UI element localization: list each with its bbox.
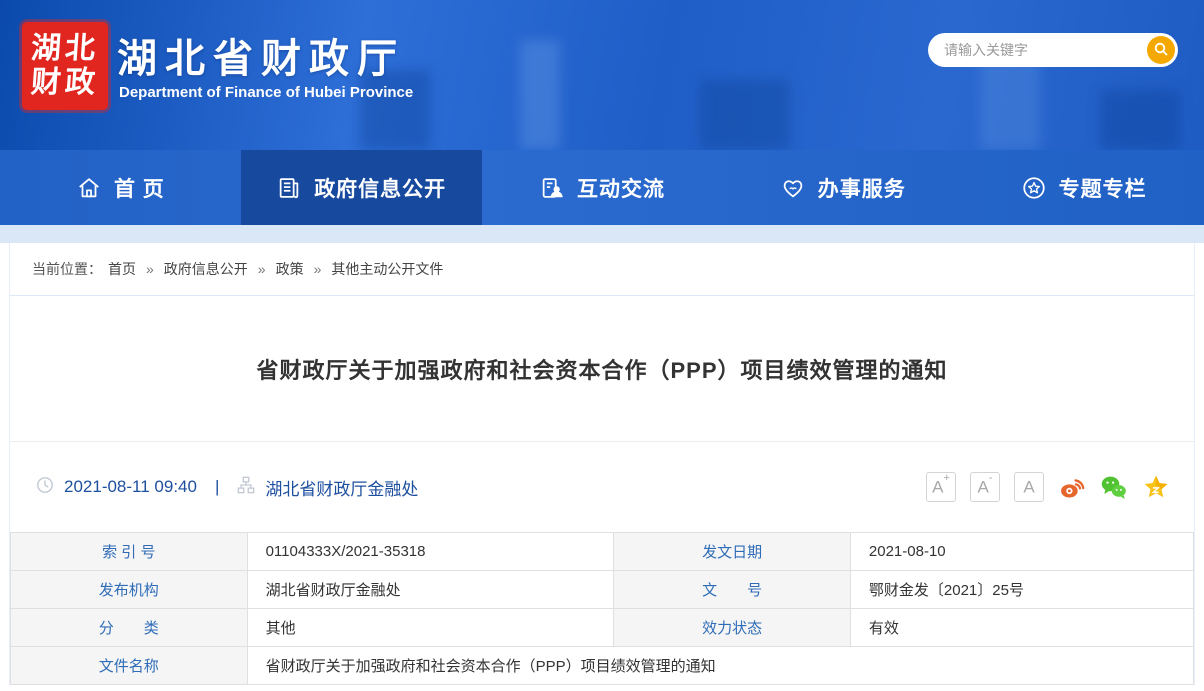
nav-item-home[interactable]: 首 页	[0, 150, 241, 225]
breadcrumb-separator: »	[146, 261, 154, 277]
site-header: 湖北 财政 湖北省财政厅 Department of Finance of Hu…	[0, 0, 1204, 150]
nav-item-interaction[interactable]: 互动交流	[482, 150, 723, 225]
file-name-label: 文件名称	[11, 647, 248, 685]
sitemap-icon	[237, 476, 255, 499]
search-button[interactable]	[1147, 36, 1175, 64]
skyline-decor	[520, 40, 560, 150]
newspaper-icon	[276, 175, 302, 201]
index-number-label: 索 引 号	[11, 533, 248, 571]
heart-icon	[780, 175, 806, 201]
table-row: 文件名称 省财政厅关于加强政府和社会资本合作（PPP）项目绩效管理的通知	[11, 647, 1194, 685]
file-name-value: 省财政厅关于加强政府和社会资本合作（PPP）项目绩效管理的通知	[247, 647, 1193, 685]
article-meta-bar: 2021-08-11 09:40 | 湖北省财政厅金融处 A+ A- A	[10, 442, 1194, 532]
category-label: 分 类	[11, 609, 248, 647]
document-info-table: 索 引 号 01104333X/2021-35318 发文日期 2021-08-…	[10, 532, 1194, 685]
nav-item-services[interactable]: 办事服务	[722, 150, 963, 225]
breadcrumb: 当前位置： 首页 » 政府信息公开 » 政策 » 其他主动公开文件	[10, 243, 1194, 296]
skyline-decor	[1100, 90, 1180, 150]
article-title-section: 省财政厅关于加强政府和社会资本合作（PPP）项目绩效管理的通知	[10, 296, 1194, 442]
nav-item-special-topics[interactable]: 专题专栏	[963, 150, 1204, 225]
main-nav: 首 页 政府信息公开 互动交流 办事服务 专题专栏	[0, 150, 1204, 225]
breadcrumb-separator: »	[314, 261, 322, 277]
search-input[interactable]	[928, 42, 1147, 58]
weibo-icon[interactable]	[1058, 473, 1086, 501]
article-title: 省财政厅关于加强政府和社会资本合作（PPP）项目绩效管理的通知	[256, 353, 947, 385]
issuing-agency-label: 发布机构	[11, 571, 248, 609]
breadcrumb-home[interactable]: 首页	[108, 259, 136, 279]
search-box	[928, 33, 1178, 67]
nav-label: 政府信息公开	[314, 173, 446, 203]
issue-date-label: 发文日期	[614, 533, 851, 571]
article-meta-left: 2021-08-11 09:40 | 湖北省财政厅金融处	[36, 475, 418, 500]
table-row: 索 引 号 01104333X/2021-35318 发文日期 2021-08-…	[11, 533, 1194, 571]
publish-time: 2021-08-11 09:40	[64, 477, 197, 497]
font-decrease-button[interactable]: A-	[970, 472, 1000, 502]
issuing-agency-value: 湖北省财政厅金融处	[247, 571, 614, 609]
skyline-decor	[980, 55, 1040, 150]
breadcrumb-separator: »	[258, 261, 266, 277]
search-icon	[1153, 41, 1169, 60]
font-increase-button[interactable]: A+	[926, 472, 956, 502]
nav-label: 互动交流	[577, 173, 665, 203]
doc-number-value: 鄂财金发〔2021〕25号	[850, 571, 1193, 609]
validity-label: 效力状态	[614, 609, 851, 647]
seal-text-bottom: 财政	[30, 66, 100, 100]
font-reset-button[interactable]: A	[1014, 472, 1044, 502]
divider-strip	[0, 225, 1204, 243]
breadcrumb-gov-info[interactable]: 政府信息公开	[164, 259, 248, 279]
index-number-value: 01104333X/2021-35318	[247, 533, 614, 571]
site-subtitle-en: Department of Finance of Hubei Province	[119, 84, 413, 101]
breadcrumb-policy[interactable]: 政策	[276, 259, 304, 279]
issue-date-value: 2021-08-10	[850, 533, 1193, 571]
breadcrumb-current[interactable]: 其他主动公开文件	[331, 259, 443, 279]
seal-text-top: 湖北	[30, 32, 100, 66]
nav-label: 专题专栏	[1059, 173, 1147, 203]
chat-person-icon	[539, 175, 565, 201]
agency-seal-logo[interactable]: 湖北 财政	[22, 22, 108, 110]
nav-item-gov-info[interactable]: 政府信息公开	[241, 150, 482, 225]
breadcrumb-prefix: 当前位置：	[32, 259, 102, 279]
clock-icon	[36, 476, 54, 499]
wechat-icon[interactable]	[1100, 473, 1128, 501]
table-row: 分 类 其他 效力状态 有效	[11, 609, 1194, 647]
nav-label: 首 页	[114, 173, 165, 203]
category-value: 其他	[247, 609, 614, 647]
validity-value: 有效	[850, 609, 1193, 647]
star-circle-icon	[1021, 175, 1047, 201]
content-box: 当前位置： 首页 » 政府信息公开 » 政策 » 其他主动公开文件 省财政厅关于…	[9, 243, 1195, 685]
article-source[interactable]: 湖北省财政厅金融处	[265, 475, 418, 500]
home-icon	[76, 175, 102, 201]
article-meta-right: A+ A- A	[926, 472, 1170, 502]
site-title: 湖北省财政厅	[117, 26, 405, 84]
qzone-icon[interactable]	[1142, 473, 1170, 501]
meta-divider: |	[215, 477, 219, 497]
table-row: 发布机构 湖北省财政厅金融处 文 号 鄂财金发〔2021〕25号	[11, 571, 1194, 609]
skyline-decor	[700, 80, 790, 150]
nav-label: 办事服务	[818, 173, 906, 203]
doc-number-label: 文 号	[614, 571, 851, 609]
